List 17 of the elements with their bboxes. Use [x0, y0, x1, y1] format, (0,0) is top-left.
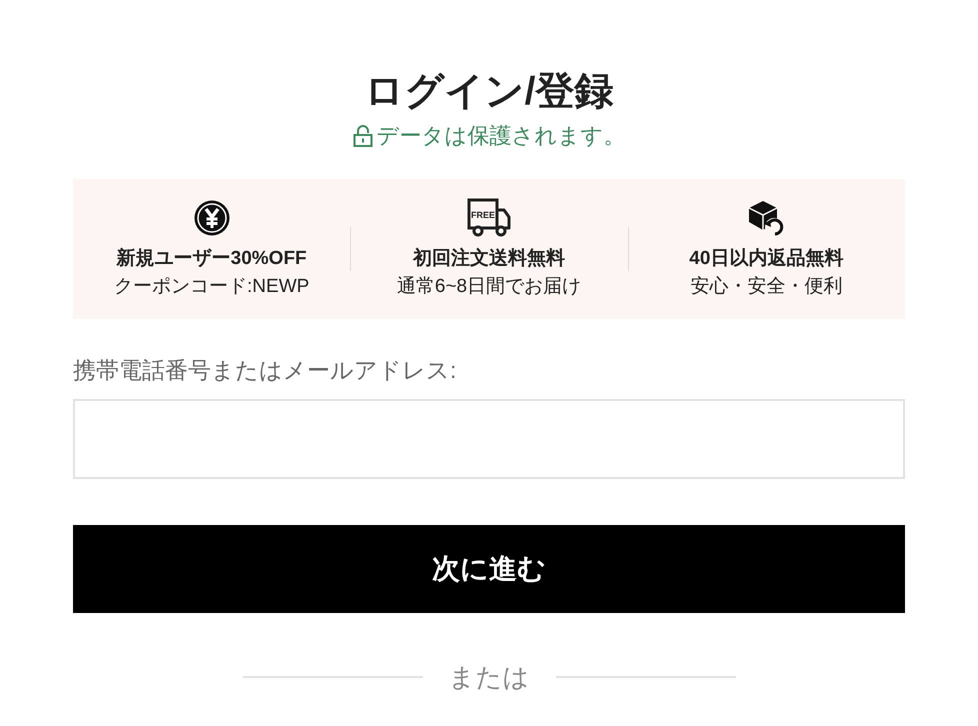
field-label: 携帯電話番号またはメールアドレス: [73, 356, 456, 385]
next-button[interactable]: 次に進む [73, 525, 905, 613]
benefit-heading: 40日以内返品無料 [689, 246, 844, 271]
box-return-icon [748, 200, 784, 236]
free-label: FREE [470, 210, 495, 220]
lock-icon [352, 125, 372, 147]
page-title: ログイン/登録 [364, 69, 614, 115]
benefit-detail: 通常6~8日間でお届け [396, 275, 582, 299]
benefit-heading: 初回注文送料無料 [412, 246, 565, 271]
phone-or-email-input[interactable] [73, 399, 905, 479]
benefit-detail: 安心・安全・便利 [690, 275, 842, 299]
truck-icon [467, 198, 510, 236]
divider-label: または [448, 661, 530, 693]
security-note: データは保護されます。 [376, 122, 626, 150]
benefit-detail: クーポンコード:NEWP [114, 275, 310, 299]
benefit-heading: 新規ユーザー30%OFF [116, 246, 307, 271]
yen-coin-icon [194, 200, 230, 236]
